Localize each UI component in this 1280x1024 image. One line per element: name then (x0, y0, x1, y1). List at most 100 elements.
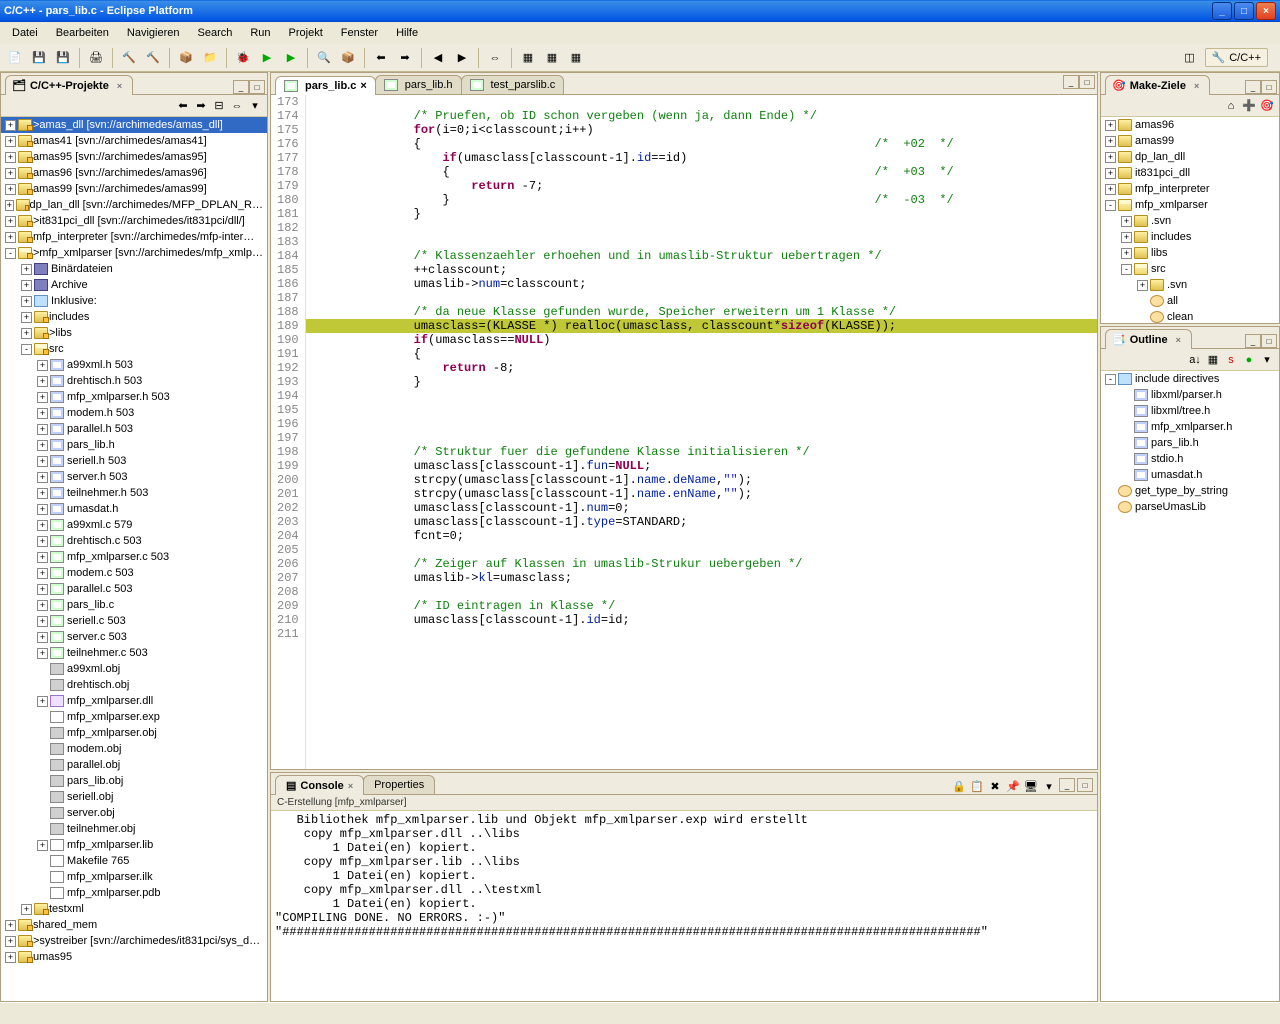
tree-row[interactable]: +parallel.h 503 (1, 421, 267, 437)
sort-icon[interactable]: a↓ (1187, 352, 1203, 368)
tree-row[interactable]: libxml/tree.h (1101, 403, 1279, 419)
tree-row[interactable]: +pars_lib.h (1, 437, 267, 453)
code-line[interactable]: if(umasclass==NULL) (306, 333, 1097, 347)
expand-icon[interactable]: + (37, 696, 48, 707)
build-target-icon[interactable]: 🎯 (1259, 98, 1275, 114)
console-tab[interactable]: ▤ Console × (275, 775, 364, 795)
tree-row[interactable]: mfp_xmlparser.obj (1, 725, 267, 741)
expand-icon[interactable]: + (37, 648, 48, 659)
tree-row[interactable]: umasdat.h (1101, 467, 1279, 483)
tree-row[interactable]: -include directives (1101, 371, 1279, 387)
tree-row[interactable]: -src (1101, 261, 1279, 277)
expand-icon[interactable]: + (1105, 136, 1116, 147)
expand-icon[interactable]: + (37, 408, 48, 419)
code-line[interactable]: umasclass[classcount-1].num=0; (306, 501, 1097, 515)
tree-row[interactable]: pars_lib.obj (1, 773, 267, 789)
code-line[interactable] (306, 543, 1097, 557)
tree-row[interactable]: +teilnehmer.c 503 (1, 645, 267, 661)
collapse-icon[interactable]: - (1121, 264, 1132, 275)
menu-hilfe[interactable]: Hilfe (388, 25, 426, 41)
back-icon[interactable]: ⬅ (175, 98, 191, 114)
ext-tools-button[interactable]: ▶ (280, 47, 302, 69)
tree-row[interactable]: +testxml (1, 901, 267, 917)
menu-projekt[interactable]: Projekt (281, 25, 331, 41)
code-line[interactable]: return -8; (306, 361, 1097, 375)
expand-icon[interactable]: + (37, 440, 48, 451)
minimize-view-button[interactable]: _ (1245, 80, 1261, 94)
tree-row[interactable]: stdio.h (1101, 451, 1279, 467)
close-icon[interactable]: × (1194, 81, 1199, 91)
collapse-icon[interactable]: - (21, 344, 32, 355)
tree-row[interactable]: +server.c 503 (1, 629, 267, 645)
code-line[interactable]: } (306, 375, 1097, 389)
tree-row[interactable]: +parallel.c 503 (1, 581, 267, 597)
expand-icon[interactable]: + (37, 456, 48, 467)
close-icon[interactable]: × (348, 781, 353, 791)
expand-icon[interactable]: + (37, 392, 48, 403)
tree-row[interactable]: +includes (1101, 229, 1279, 245)
new-button[interactable]: 📄 (4, 47, 26, 69)
prev-annotation-button[interactable]: ⬅ (370, 47, 392, 69)
code-line[interactable]: if(umasclass[classcount-1].id==id) (306, 151, 1097, 165)
tree-row[interactable]: +modem.h 503 (1, 405, 267, 421)
tree-row[interactable]: +a99xml.h 503 (1, 357, 267, 373)
green-icon[interactable]: ● (1241, 352, 1257, 368)
clipboard-icon[interactable]: 📋 (969, 778, 985, 794)
tree-row[interactable]: a99xml.obj (1, 661, 267, 677)
expand-icon[interactable]: + (37, 536, 48, 547)
tree-row[interactable]: +.svn (1101, 213, 1279, 229)
tree-row[interactable]: +teilnehmer.h 503 (1, 485, 267, 501)
code-line[interactable]: umasclass[classcount-1].type=STANDARD; (306, 515, 1097, 529)
tree-row[interactable]: mfp_xmlparser.ilk (1, 869, 267, 885)
tree-row[interactable]: get_type_by_string (1101, 483, 1279, 499)
collapse-icon[interactable]: - (5, 248, 16, 259)
code-line[interactable]: umasclass=(KLASSE *) realloc(umasclass, … (306, 319, 1097, 333)
outline-tab[interactable]: 📑 Outline × (1105, 329, 1192, 349)
save-button[interactable]: 💾 (28, 47, 50, 69)
tree-row[interactable]: Makefile 765 (1, 853, 267, 869)
tree-row[interactable]: +server.h 503 (1, 469, 267, 485)
maximize-view-button[interactable]: □ (249, 80, 265, 94)
tree-row[interactable]: -src (1, 341, 267, 357)
expand-icon[interactable]: + (37, 504, 48, 515)
minimize-console-button[interactable]: _ (1059, 778, 1075, 792)
expand-icon[interactable]: + (37, 600, 48, 611)
expand-icon[interactable]: + (21, 280, 32, 291)
close-icon[interactable]: × (360, 80, 366, 92)
code-line[interactable] (306, 585, 1097, 599)
pin-icon[interactable]: 📌 (1005, 778, 1021, 794)
tree-row[interactable]: +umas95 (1, 949, 267, 965)
tree-row[interactable]: +includes (1, 309, 267, 325)
collapse-icon[interactable]: - (1105, 374, 1116, 385)
minimize-view-button[interactable]: _ (233, 80, 249, 94)
outline-tree[interactable]: -include directiveslibxml/parser.hlibxml… (1101, 371, 1279, 1001)
code-content[interactable]: /* Pruefen, ob ID schon vergeben (wenn j… (306, 95, 1097, 769)
expand-icon[interactable]: + (1121, 248, 1132, 259)
menu-datei[interactable]: Datei (4, 25, 46, 41)
expand-icon[interactable]: + (5, 200, 14, 211)
tree-row[interactable]: +shared_mem (1, 917, 267, 933)
tree-row[interactable]: +seriell.c 503 (1, 613, 267, 629)
code-line[interactable]: /* Klassenzaehler erhoehen und in umasli… (306, 249, 1097, 263)
code-line[interactable]: { (306, 347, 1097, 361)
code-line[interactable]: strcpy(umasclass[classcount-1].name.enNa… (306, 487, 1097, 501)
expand-icon[interactable]: + (37, 360, 48, 371)
expand-icon[interactable]: + (37, 568, 48, 579)
code-line[interactable] (306, 389, 1097, 403)
tree-row[interactable]: pars_lib.h (1101, 435, 1279, 451)
menu-icon[interactable]: ▾ (1259, 352, 1275, 368)
tree-row[interactable]: drehtisch.obj (1, 677, 267, 693)
tree-row[interactable]: +Inklusive: (1, 293, 267, 309)
tree-row[interactable]: +libs (1101, 245, 1279, 261)
expand-icon[interactable]: + (37, 616, 48, 627)
back-button[interactable]: ◀ (427, 47, 449, 69)
tree-row[interactable]: +amas99 [svn://archimedes/amas99] (1, 181, 267, 197)
code-line[interactable]: } /* -03 */ (306, 193, 1097, 207)
menu-icon[interactable]: ▾ (247, 98, 263, 114)
tree-row[interactable]: +amas99 (1101, 133, 1279, 149)
forward-button[interactable]: ▶ (451, 47, 473, 69)
misc2-button[interactable]: ▦ (541, 47, 563, 69)
tree-row[interactable]: +Binärdateien (1, 261, 267, 277)
expand-icon[interactable]: + (5, 136, 16, 147)
tree-row[interactable]: clean (1101, 309, 1279, 323)
